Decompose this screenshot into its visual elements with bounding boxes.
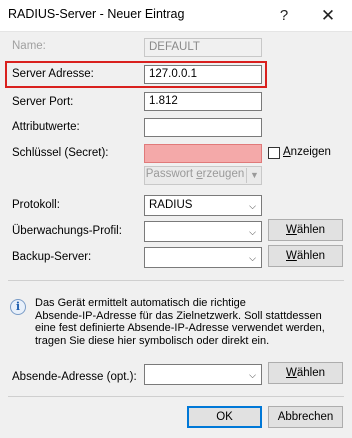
server-port-label: Server Port:: [12, 96, 74, 108]
divider: [8, 280, 344, 281]
source-address-label: Absende-Adresse (opt.):: [12, 371, 137, 383]
chevron-down-icon: ⌵: [249, 227, 256, 237]
server-port-field[interactable]: 1.812: [144, 92, 262, 111]
chevron-down-icon: ⌵: [249, 201, 256, 211]
info-line: Absende-IP-Adresse für das Zielnetzwerk.…: [35, 309, 322, 322]
help-button[interactable]: ?: [262, 0, 306, 31]
info-line: tragen Sie diese hier symbolisch oder di…: [35, 334, 270, 347]
source-address-select-button[interactable]: Wählen: [268, 362, 343, 384]
protocol-select[interactable]: RADIUS ⌵: [144, 195, 262, 216]
info-line: eine fest definierte Absende-IP-Adresse …: [35, 322, 325, 334]
name-field: DEFAULT: [144, 38, 262, 57]
server-address-label: Server Adresse:: [12, 68, 94, 80]
generate-password-label: Passwort erzeugen: [145, 168, 245, 180]
window-title: RADIUS-Server - Neuer Eintrag: [8, 7, 185, 21]
cancel-button[interactable]: Abbrechen: [268, 406, 343, 428]
split-separator: [246, 168, 247, 183]
server-address-field[interactable]: 127.0.0.1: [144, 65, 262, 84]
secret-label: Schlüssel (Secret):: [12, 147, 109, 159]
divider: [8, 396, 344, 397]
secret-field[interactable]: [144, 144, 262, 163]
info-icon: i: [10, 299, 26, 315]
protocol-value: RADIUS: [149, 199, 193, 211]
monitoring-profile-label: Überwachungs-Profil:: [12, 225, 122, 237]
source-address-select[interactable]: ⌵: [144, 364, 262, 385]
backup-server-label: Backup-Server:: [12, 251, 92, 263]
show-password-label[interactable]: Anzeigen: [283, 146, 331, 158]
protocol-label: Protokoll:: [12, 199, 60, 211]
chevron-down-icon: ▼: [250, 170, 259, 180]
ok-button[interactable]: OK: [187, 406, 262, 428]
generate-password-button: Passwort erzeugen ▼: [144, 166, 262, 185]
attribute-values-label: Attributwerte:: [12, 121, 80, 133]
attribute-values-field[interactable]: [144, 118, 262, 137]
monitoring-profile-select-button[interactable]: Wählen: [268, 219, 343, 241]
title-bar: RADIUS-Server - Neuer Eintrag ? ✕: [0, 0, 352, 32]
show-password-checkbox[interactable]: [268, 147, 280, 159]
chevron-down-icon: ⌵: [249, 253, 256, 263]
backup-server-select[interactable]: ⌵: [144, 247, 262, 268]
close-button[interactable]: ✕: [306, 0, 350, 31]
name-label: Name:: [12, 40, 46, 52]
backup-server-select-button[interactable]: Wählen: [268, 245, 343, 267]
info-text: Das Gerät ermittelt automatisch die rich…: [35, 297, 340, 347]
info-line: Das Gerät ermittelt automatisch die rich…: [35, 297, 246, 309]
chevron-down-icon: ⌵: [249, 370, 256, 380]
monitoring-profile-select[interactable]: ⌵: [144, 221, 262, 242]
